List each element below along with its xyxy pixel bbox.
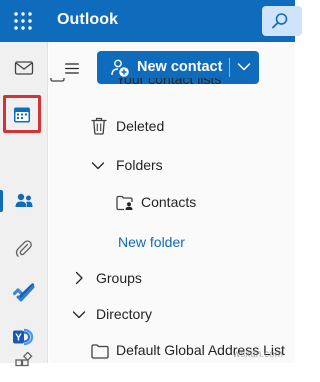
contact-list-icon: [50, 78, 65, 82]
tree-item-contacts[interactable]: Contacts: [49, 189, 295, 217]
new-folder-link[interactable]: New folder: [49, 229, 295, 257]
chevron-down-icon: [72, 311, 86, 319]
tree-item-folders[interactable]: Folders: [49, 152, 295, 180]
add-person-icon: [111, 59, 129, 77]
folder-icon: [91, 344, 109, 359]
search-icon: [272, 13, 288, 29]
mail-icon: [14, 61, 34, 75]
app-rail: Y: [0, 42, 48, 367]
app-launcher-icon[interactable]: [12, 10, 34, 32]
app-title[interactable]: Outlook: [57, 11, 118, 29]
groups-label: Groups: [96, 270, 142, 286]
chevron-right-icon: [75, 271, 83, 285]
directory-label: Directory: [96, 306, 153, 322]
tree-item-deleted[interactable]: Deleted: [49, 113, 295, 141]
contacts-label: Contacts: [141, 194, 197, 210]
top-bar: Outlook: [0, 0, 302, 42]
rail-item-apps[interactable]: [0, 338, 48, 382]
chevron-down-icon[interactable]: [237, 61, 251, 73]
tree-item-groups[interactable]: Groups: [49, 265, 295, 293]
chevron-down-icon: [91, 162, 105, 170]
trash-icon: [91, 117, 107, 135]
paperclip-icon: [15, 240, 32, 257]
new-contact-label: New contact: [137, 59, 223, 75]
todo-check-icon: [13, 283, 35, 302]
contacts-pane: New contact Your contact lists Deleted F…: [49, 42, 295, 363]
folders-label: Folders: [116, 157, 163, 173]
apps-icon: [15, 352, 33, 367]
contacts-folder-icon: [116, 195, 133, 211]
hamburger-menu-icon[interactable]: [65, 61, 79, 79]
watermark-text: wsxdn.com: [233, 349, 284, 360]
rail-item-files[interactable]: [0, 227, 48, 271]
split-divider: [229, 58, 230, 77]
people-icon: [15, 193, 33, 207]
search-button[interactable]: [262, 6, 302, 36]
rail-item-mail[interactable]: [0, 46, 48, 90]
rail-item-people[interactable]: [0, 180, 48, 224]
calendar-highlight-box: [3, 95, 41, 133]
rail-item-todo[interactable]: [0, 272, 48, 316]
tree-item-your-contact-lists[interactable]: Your contact lists: [49, 78, 295, 92]
tree-item-directory[interactable]: Directory: [49, 301, 295, 329]
deleted-label: Deleted: [116, 118, 165, 134]
new-folder-label: New folder: [118, 234, 185, 250]
your-contact-lists-label: Your contact lists: [116, 78, 222, 87]
